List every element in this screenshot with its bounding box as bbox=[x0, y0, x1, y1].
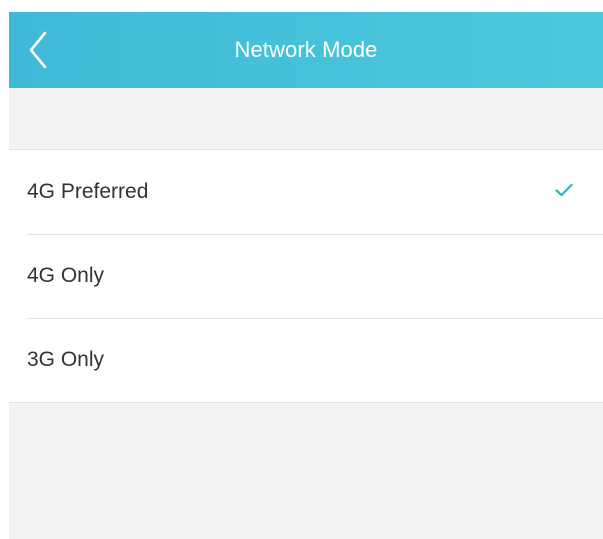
option-label: 4G Only bbox=[27, 264, 105, 287]
nav-header: Network Mode bbox=[9, 12, 603, 88]
checkmark-icon bbox=[555, 183, 573, 197]
network-mode-screen: Network Mode 4G Preferred 4G Only 3G Onl… bbox=[9, 12, 603, 539]
option-label: 4G Preferred bbox=[27, 180, 149, 203]
page-title: Network Mode bbox=[234, 37, 378, 62]
option-label: 3G Only bbox=[27, 348, 105, 371]
option-4g-preferred[interactable]: 4G Preferred bbox=[9, 150, 603, 234]
chevron-left-icon bbox=[29, 31, 47, 69]
back-button[interactable] bbox=[23, 28, 63, 72]
option-4g-only[interactable]: 4G Only bbox=[9, 234, 603, 318]
network-mode-options: 4G Preferred 4G Only 3G Only bbox=[9, 149, 603, 403]
option-3g-only[interactable]: 3G Only bbox=[9, 318, 603, 402]
